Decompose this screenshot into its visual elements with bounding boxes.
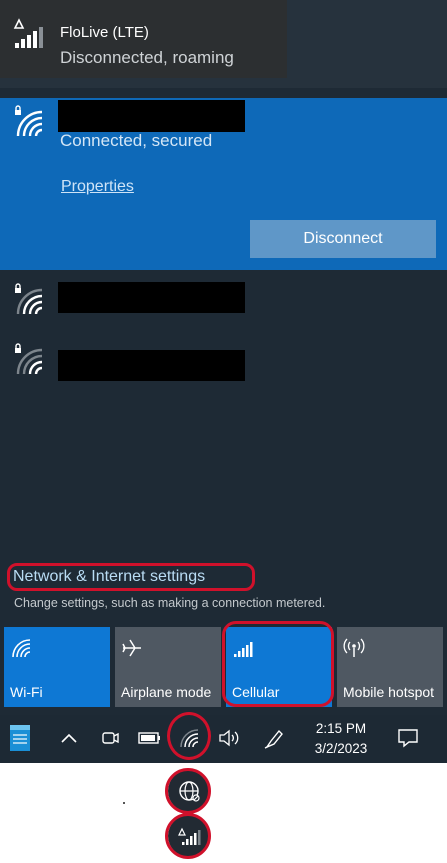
annotation-circle (165, 768, 211, 814)
airplane-icon (122, 639, 141, 657)
annotation-highlight (7, 563, 255, 591)
network-flyout: FloLive (LTE) Disconnected, roaming Conn… (0, 0, 447, 715)
connected-wifi-status: Connected, secured (60, 131, 213, 150)
battery-icon[interactable] (136, 723, 164, 753)
properties-link[interactable]: Properties (61, 178, 134, 196)
wifi-network-item[interactable] (0, 280, 447, 330)
action-center-icon[interactable] (394, 723, 422, 753)
volume-icon[interactable] (215, 723, 243, 753)
annotation-highlight (222, 621, 334, 707)
redacted-network-name (58, 350, 245, 381)
wifi-secured-icon (15, 343, 43, 375)
notepad-app-icon[interactable] (6, 723, 34, 753)
chevron-up-icon[interactable] (55, 723, 83, 753)
system-clock[interactable]: 2:15 PM 3/2/2023 (305, 719, 377, 759)
mobile-hotspot-quick-action[interactable]: Mobile hotspot (337, 627, 443, 707)
tile-label: Airplane mode (121, 683, 212, 700)
stray-dot (123, 802, 125, 804)
taskbar: 2:15 PM 3/2/2023 (0, 715, 447, 763)
annotation-circle (167, 712, 211, 760)
network-settings-description: Change settings, such as making a connec… (14, 596, 326, 610)
cellular-network-name: FloLive (LTE) (60, 24, 149, 41)
clock-date: 3/2/2023 (314, 741, 368, 756)
wifi-icon (12, 639, 31, 658)
cellular-network-status: Disconnected, roaming (60, 48, 234, 67)
redacted-network-name (58, 100, 245, 132)
wifi-secured-icon (15, 105, 43, 137)
document-icon (10, 725, 30, 751)
pen-icon[interactable] (260, 723, 288, 753)
cellular-signal-icon (13, 18, 43, 48)
meet-now-icon[interactable] (96, 723, 124, 753)
annotation-circle (165, 813, 211, 859)
wifi-secured-icon (15, 283, 43, 315)
disconnect-button[interactable]: Disconnect (250, 220, 436, 258)
clock-time: 2:15 PM (315, 721, 367, 736)
tile-label: Wi-Fi (10, 683, 43, 700)
airplane-mode-quick-action[interactable]: Airplane mode (115, 627, 221, 707)
hotspot-icon (343, 638, 365, 657)
wifi-network-item[interactable] (0, 340, 447, 390)
wifi-quick-action[interactable]: Wi-Fi (4, 627, 110, 707)
redacted-network-name (58, 282, 245, 313)
cellular-network-item[interactable]: FloLive (LTE) Disconnected, roaming (0, 0, 447, 88)
connected-wifi-item[interactable]: Connected, secured Properties Disconnect (0, 98, 447, 270)
tile-label: Mobile hotspot (343, 683, 435, 700)
